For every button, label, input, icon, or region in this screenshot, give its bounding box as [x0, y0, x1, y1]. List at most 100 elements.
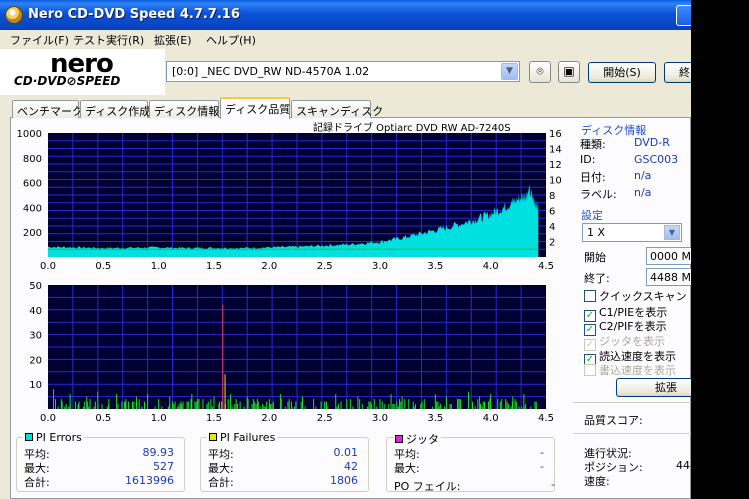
jitter-max-row: 最大: - [394, 460, 544, 475]
drive-select[interactable]: [0:0] _NEC DVD_RW ND-4570A 1.02 ▼ [166, 61, 520, 82]
pi-failures-total-row: 合計: 1806 [208, 474, 358, 489]
tab-scan-disc[interactable]: スキャンディスク [291, 100, 383, 118]
y-tick-label: 400 [23, 203, 42, 214]
end-field[interactable]: 4488 MB [646, 268, 691, 286]
x-tick-label: 3.5 [427, 413, 443, 424]
chevron-down-icon[interactable]: ▼ [501, 63, 518, 80]
start-button[interactable]: 開始(S) [588, 62, 656, 83]
pi-errors-stats-title: PI Errors [23, 431, 84, 444]
extend-button[interactable]: 拡張 [616, 378, 691, 397]
logo-sub-text: CD·DVD⊘SPEED [14, 74, 121, 88]
pi-errors-avg: 89.93 [142, 446, 175, 459]
pi-errors-max-row: 最大: 527 [24, 460, 174, 475]
po-fail-value: - [551, 478, 555, 491]
minimize-button[interactable] [676, 5, 691, 26]
y-tick-label: 600 [23, 179, 42, 190]
pi-failures-y-axis: 50 40 30 20 10 [29, 281, 42, 391]
pi-failures-total: 1806 [330, 474, 358, 487]
x-tick-label: 2.0 [261, 413, 277, 424]
disc-label-value: n/a [634, 186, 652, 199]
pi-errors-x-axis: 0.0 0.5 1.0 1.5 2.0 2.5 3.0 3.5 4.0 4.5 [40, 261, 554, 270]
y-tick-label: 40 [29, 306, 42, 317]
jitter-title-text: ジッタ [406, 433, 439, 446]
po-fail-row: PO フェイル: - [394, 478, 555, 493]
window-title: Nero CD-DVD Speed 4.7.7.16 [28, 7, 240, 22]
y-tick-label-right: 12 [549, 160, 562, 171]
pi-failures-max-row: 最大: 42 [208, 460, 358, 475]
pi-errors-avg-row: 平均: 89.93 [24, 446, 175, 461]
y-tick-label: 30 [29, 331, 42, 342]
speed-select[interactable]: 1 X ▼ [582, 223, 682, 242]
menu-extended[interactable]: 拡張(E) [154, 32, 192, 48]
total-label: 合計: [24, 476, 50, 489]
y-tick-label: 200 [23, 228, 42, 239]
pi-failures-chart: 50 40 30 20 10 0.0 0.5 1.0 1.5 2.0 2.5 3.0 3.5 4.0 4.… [29, 281, 554, 424]
pi-failures-avg: 0.01 [333, 446, 359, 459]
pi-failures-legend-swatch [209, 433, 217, 441]
quick-scan-checkbox[interactable]: クイックスキャン [584, 288, 687, 304]
menu-bar: ファイル(F) テスト実行(R) 拡張(E) ヘルプ(H) [0, 30, 691, 49]
disc-type-label: 種類: [580, 138, 606, 151]
show-write-speed-checkbox: 書込速度を表示 [584, 362, 676, 378]
menu-run-test[interactable]: テスト実行(R) [73, 32, 144, 48]
chevron-down-icon[interactable]: ▼ [664, 225, 680, 240]
pi-errors-title-text: PI Errors [36, 431, 82, 444]
speed-label: 速度: [584, 475, 610, 488]
menu-help[interactable]: ヘルプ(H) [206, 32, 256, 48]
exit-button[interactable]: 終 [664, 62, 691, 83]
x-tick-label: 1.5 [206, 413, 222, 424]
jitter-avg-row: 平均: - [394, 446, 544, 461]
y-tick-label-right: 10 [549, 176, 562, 187]
save-button[interactable]: ▣ [558, 61, 580, 83]
pi-failures-title-text: PI Failures [220, 431, 276, 444]
pi-errors-legend-swatch [25, 433, 33, 441]
start-label: 開始 [584, 251, 606, 264]
jitter-max: - [540, 460, 544, 473]
pi-failures-x-axis: 0.0 0.5 1.0 1.5 2.0 2.5 3.0 3.5 4.0 4.5 [40, 413, 554, 424]
y-tick-label: 1000 [17, 129, 42, 140]
end-label: 終了: [584, 272, 610, 285]
jitter-stats-title: ジッタ [393, 431, 441, 447]
show-write-speed-label: 書込速度を表示 [599, 364, 676, 377]
tab-strip: ベンチマーク ディスク作成 ディスク情報 ディスク品質 スキャンディスク [12, 97, 691, 119]
app-icon [5, 6, 23, 24]
y-tick-label: 20 [29, 355, 42, 366]
checkbox-box[interactable] [584, 290, 596, 302]
start-field[interactable]: 0000 MB [646, 247, 691, 265]
x-tick-label: 1.0 [151, 261, 167, 270]
menu-file[interactable]: ファイル(F) [10, 32, 69, 48]
pi-errors-stats: PI Errors 平均: 89.93 最大: 527 合計: 1613996 [16, 431, 185, 492]
x-tick-label: 4.5 [538, 413, 554, 424]
x-tick-label: 3.5 [427, 261, 443, 270]
disc-date-label: 日付: [580, 171, 606, 184]
y-tick-label-right: 16 [549, 129, 562, 140]
disc-icon: ⌾ [536, 64, 544, 78]
y-tick-label-right: 14 [549, 145, 562, 156]
pi-errors-y-axis-right: 16 14 12 10 8 6 4 2 [549, 129, 562, 249]
pi-failures-avg-row: 平均: 0.01 [208, 446, 359, 461]
max-label: 最大: [394, 462, 420, 475]
x-tick-label: 4.5 [538, 261, 554, 270]
quick-scan-label: クイックスキャン [599, 290, 687, 303]
x-tick-label: 0.0 [40, 261, 56, 270]
pi-failures-max: 42 [344, 460, 358, 473]
jitter-avg: - [540, 446, 544, 459]
title-bar: Nero CD-DVD Speed 4.7.7.16 [0, 0, 691, 30]
tab-disc-quality[interactable]: ディスク品質 [220, 97, 290, 119]
pi-failures-grid [48, 285, 546, 409]
disc-id-label: ID: [580, 153, 596, 166]
tab-create-disc[interactable]: ディスク作成 [80, 100, 150, 118]
y-tick-label-right: 8 [549, 191, 555, 202]
po-fail-label: PO フェイル: [394, 480, 461, 493]
x-tick-label: 1.0 [151, 413, 167, 424]
drive-select-value: [0:0] _NEC DVD_RW ND-4570A 1.02 [172, 65, 370, 78]
disc-info-button[interactable]: ⌾ [529, 61, 551, 83]
x-tick-label: 2.5 [317, 261, 333, 270]
disc-type-value: DVD-R [634, 136, 670, 149]
position-value: 448 [676, 459, 691, 472]
tab-benchmark[interactable]: ベンチマーク [12, 100, 83, 118]
pi-errors-y-axis-left: 1000 800 600 400 200 [17, 129, 42, 239]
disc-date-value: n/a [634, 169, 652, 182]
tab-disc-info[interactable]: ディスク情報 [149, 100, 219, 118]
separator [573, 433, 691, 434]
